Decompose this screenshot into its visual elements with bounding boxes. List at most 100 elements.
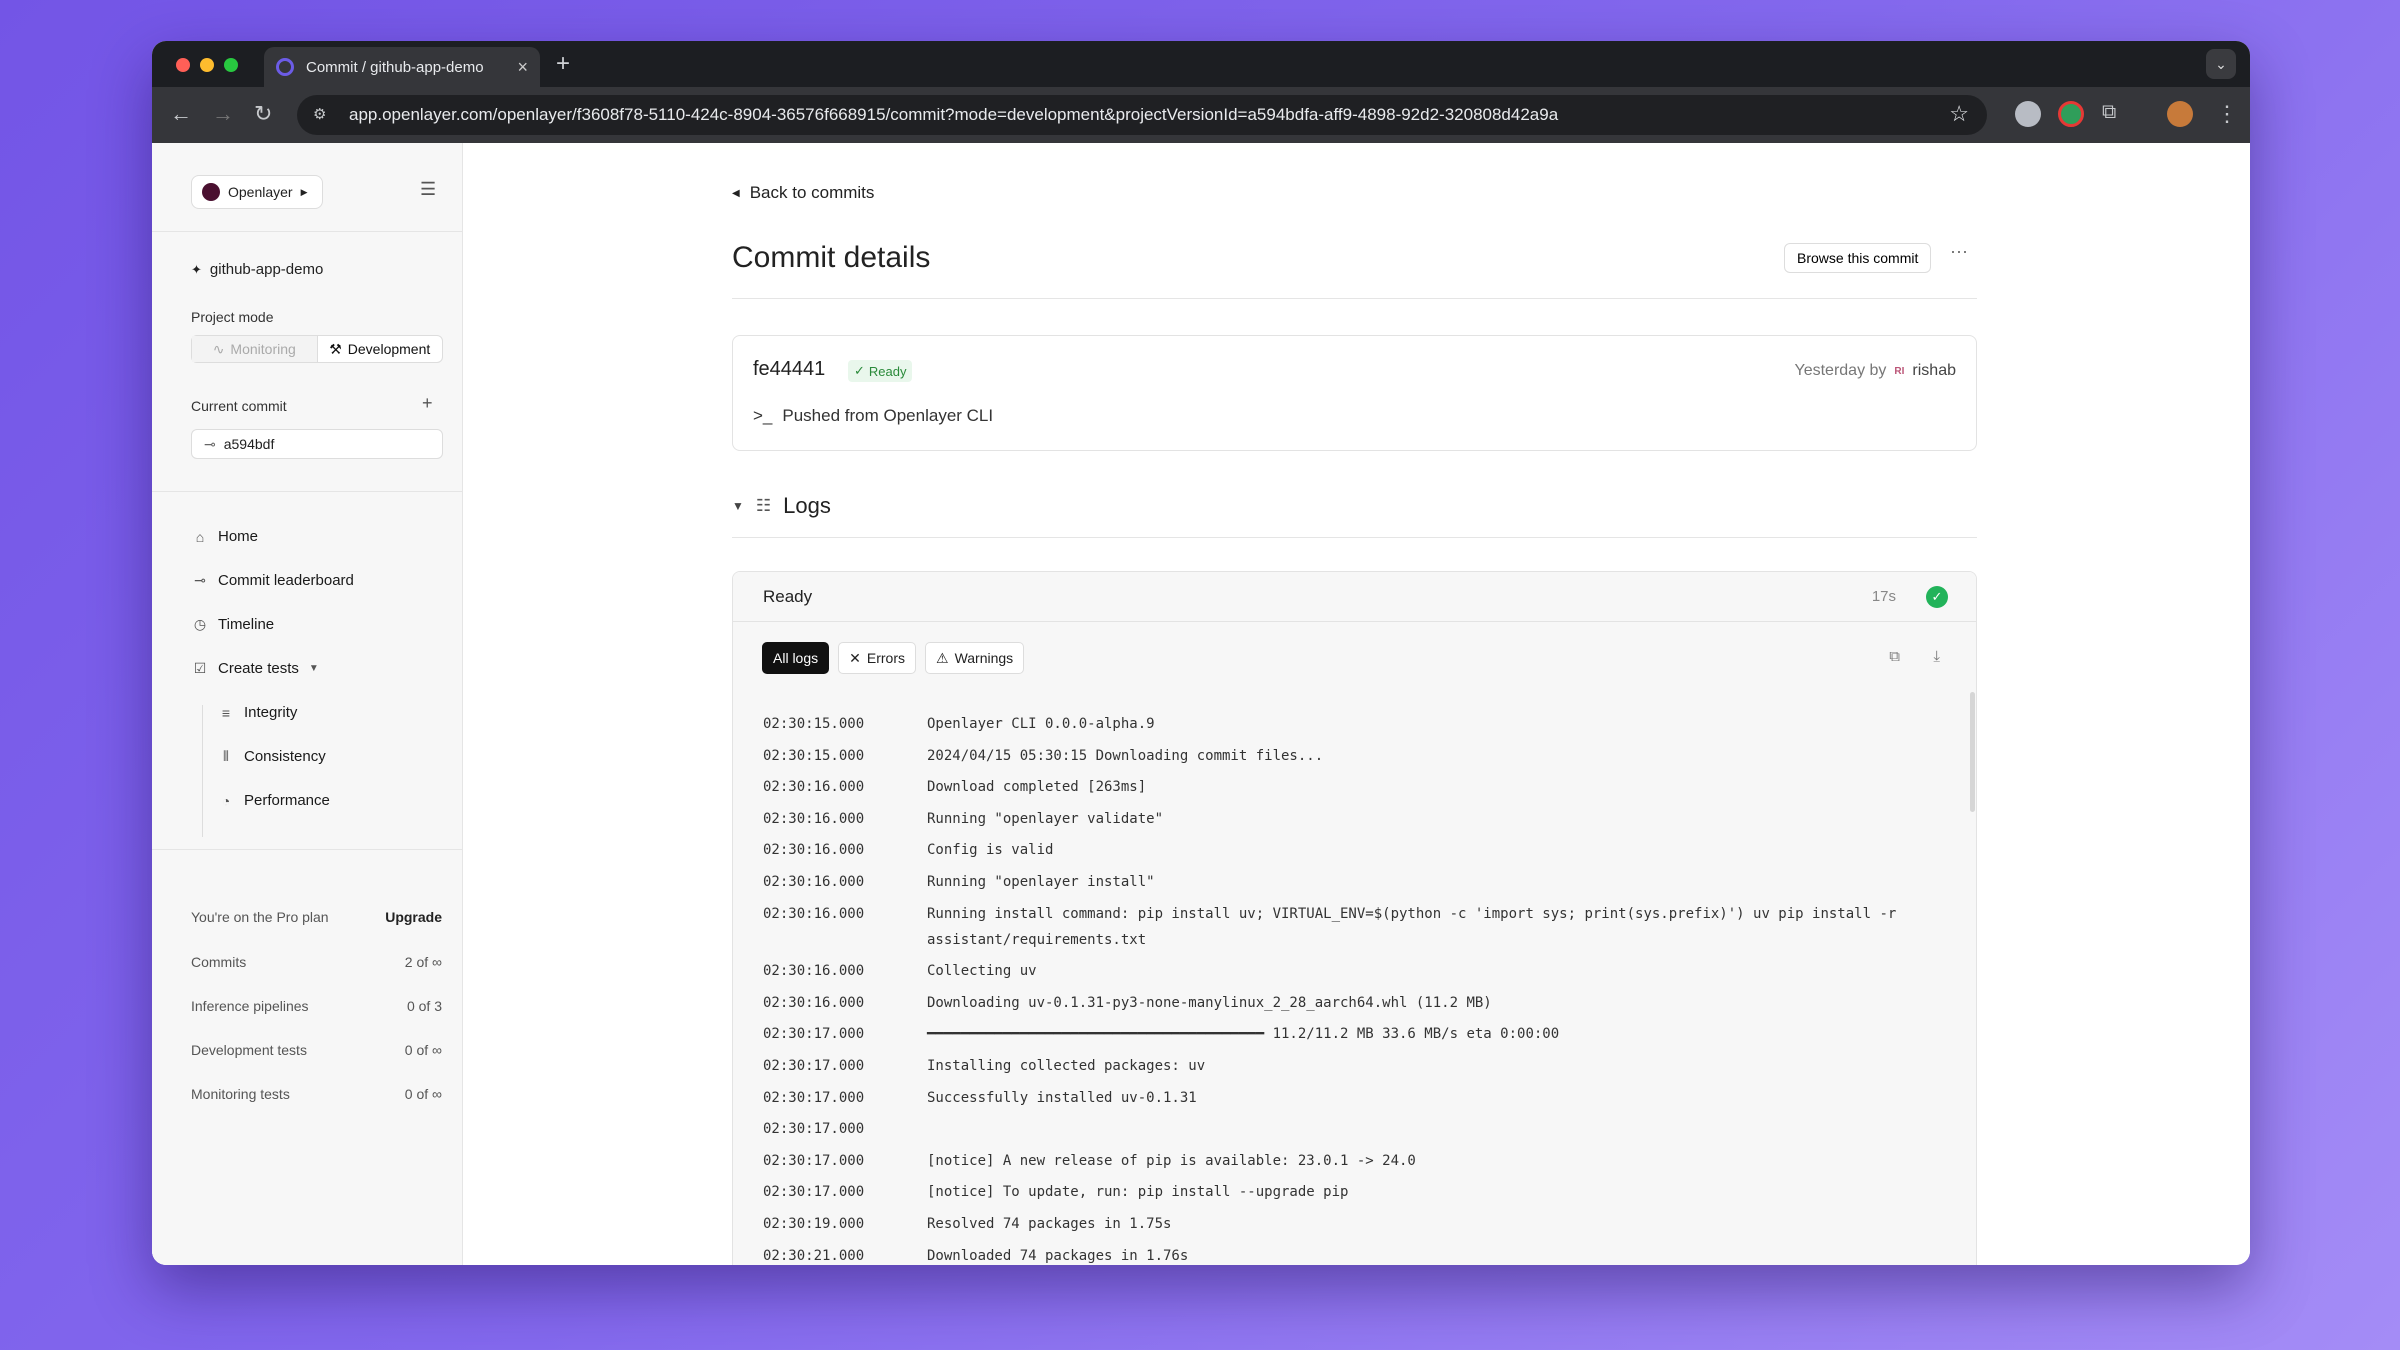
log-line: 02:30:17.000 [notice] To update, run: pip… [763, 1179, 1933, 1205]
more-options-icon[interactable]: ··· [1950, 241, 1968, 262]
logs-card: Ready 17s ✓ All logs ✕ Errors ⚠ Warnings ⧉… [732, 571, 1977, 1265]
new-tab-icon[interactable]: + [556, 50, 570, 78]
author-avatar: RI [1894, 365, 1905, 377]
close-tab-icon[interactable]: × [517, 57, 528, 78]
bookmark-star-icon[interactable]: ☆ [1949, 101, 1969, 127]
plan-text: You're on the Pro plan [191, 909, 329, 925]
log-lines: 02:30:15.000 Openlayer CLI 0.0.0-alpha.9 0… [763, 711, 1933, 1265]
project-mode-label: Project mode [191, 309, 274, 325]
nav-home[interactable]: ⌂ Home [192, 528, 258, 545]
org-avatar [202, 183, 220, 201]
logs-section-toggle[interactable]: ▼ ☷ Logs [732, 493, 831, 519]
copy-icon[interactable]: ⧉ [1889, 648, 1900, 665]
log-timestamp: 02:30:17.000 [763, 1026, 865, 1043]
log-scrollbar[interactable] [1970, 692, 1975, 812]
commit-message: >_ Pushed from Openlayer CLI [753, 406, 993, 426]
log-timestamp: 02:30:16.000 [763, 963, 865, 980]
site-settings-icon[interactable]: ⚙ [313, 105, 326, 123]
reload-icon[interactable]: ↻ [254, 101, 272, 127]
nav-create-tests[interactable]: ☑ Create tests ▼ [192, 660, 319, 677]
log-line: 02:30:16.000 Config is valid [763, 837, 1933, 863]
tab-bar: Commit / github-app-demo × + ⌄ [152, 41, 2250, 87]
log-timestamp: 02:30:16.000 [763, 905, 865, 922]
close-window-button[interactable] [176, 58, 190, 72]
bars-icon: ⦀ [222, 748, 230, 764]
subnav-guide-line [202, 705, 203, 837]
browser-tab[interactable]: Commit / github-app-demo × [264, 47, 540, 87]
upgrade-link[interactable]: Upgrade [385, 909, 442, 925]
logs-header: Ready 17s ✓ [733, 572, 1976, 622]
nav-consistency-label: Consistency [244, 748, 326, 765]
usage-row: Inference pipelines 0 of 3 [191, 998, 442, 1014]
minimize-window-button[interactable] [200, 58, 214, 72]
project-link[interactable]: ✦ github-app-demo [191, 261, 323, 278]
forward-arrow-icon[interactable]: → [212, 101, 234, 127]
log-line: 02:30:16.000 Downloading uv-0.1.31-py3-no… [763, 990, 1933, 1016]
nav-performance[interactable]: ◔ Performance [218, 792, 330, 809]
log-message: Downloaded 74 packages in 1.76s [927, 1247, 1189, 1264]
log-timestamp: 02:30:17.000 [763, 1057, 865, 1074]
tab-search-chevron-icon[interactable]: ⌄ [2206, 49, 2236, 79]
nav-timeline[interactable]: ◷ Timeline [192, 616, 274, 633]
back-to-commits-link[interactable]: ◀ Back to commits [732, 183, 874, 203]
divider [152, 231, 462, 232]
maximize-window-button[interactable] [224, 58, 238, 72]
address-bar[interactable]: ⚙ app.openlayer.com/openlayer/f3608f78-5… [297, 95, 1987, 135]
log-message: Downloading uv-0.1.31-py3-none-manylinux… [927, 994, 1492, 1011]
browser-toolbar: ← → ↻ ⚙ app.openlayer.com/openlayer/f360… [152, 87, 2250, 143]
log-line: 02:30:16.000 Download completed [263ms] [763, 774, 1933, 800]
log-timestamp: 02:30:16.000 [763, 779, 865, 796]
log-message: Resolved 74 packages in 1.75s [927, 1215, 1172, 1232]
log-message: Running "openlayer install" [927, 873, 1155, 890]
log-timestamp: 02:30:21.000 [763, 1247, 865, 1264]
log-line: 02:30:15.000 2024/04/15 05:30:15 Download… [763, 743, 1933, 769]
nav-commit-leaderboard[interactable]: ⊸ Commit leaderboard [192, 572, 354, 589]
hamburger-icon[interactable]: ☰ [420, 179, 436, 200]
download-icon[interactable]: ⤓ [1933, 648, 1940, 665]
log-message: Successfully installed uv-0.1.31 [927, 1089, 1197, 1106]
log-line: 02:30:19.000 Resolved 74 packages in 1.75… [763, 1211, 1933, 1237]
nav-home-label: Home [218, 528, 259, 545]
list-icon: ≡ [221, 704, 231, 721]
mode-monitoring[interactable]: ∿ Monitoring [192, 336, 317, 362]
usage-row: Commits 2 of ∞ [191, 954, 442, 970]
wrench-icon: ⚒ [329, 340, 342, 357]
log-line: 02:30:17.000 ━━━━━━━━━━━━━━━━━━━━━━━━━━━━… [763, 1021, 1933, 1047]
divider [732, 537, 1977, 538]
log-timestamp: 02:30:16.000 [763, 873, 865, 890]
nav-integrity[interactable]: ≡ Integrity [218, 704, 297, 721]
log-line: 02:30:17.000 [notice] A new release of pi… [763, 1148, 1933, 1174]
browse-commit-button[interactable]: Browse this commit [1784, 243, 1932, 273]
usage-value: 0 of ∞ [404, 1086, 442, 1102]
nav-consistency[interactable]: ⦀ Consistency [218, 748, 326, 765]
check-icon: ✓ [854, 363, 865, 378]
divider [152, 849, 462, 850]
extension-icon[interactable] [2015, 101, 2041, 127]
usage-label: Inference pipelines [191, 998, 309, 1014]
mode-development[interactable]: ⚒ Development [316, 336, 443, 362]
filter-warnings[interactable]: ⚠ Warnings [925, 642, 1025, 674]
pulse-icon: ∿ [212, 340, 225, 357]
menu-kebab-icon[interactable]: ⋮ [2216, 101, 2238, 127]
log-line: 02:30:17.000 [763, 1116, 1933, 1142]
logs-body: All logs ✕ Errors ⚠ Warnings ⧉ ⤓ 02:30:15.… [733, 622, 1976, 1265]
log-status: Ready [763, 587, 813, 606]
sparkle-icon: ✦ [191, 261, 202, 277]
caret-left-icon: ◀ [732, 187, 740, 199]
sidebar: Openlayer ▶ ☰ ✦ github-app-demo Project … [152, 143, 463, 1265]
author-name[interactable]: rishab [1912, 362, 1956, 380]
terminal-icon: >_ [753, 406, 773, 425]
puzzle-extensions-icon[interactable]: ⧉ [2102, 101, 2116, 124]
add-commit-plus-icon[interactable]: + [422, 393, 433, 414]
log-line: 02:30:16.000 Running "openlayer install" [763, 869, 1933, 895]
back-arrow-icon[interactable]: ← [170, 101, 192, 127]
filter-errors[interactable]: ✕ Errors [838, 642, 916, 674]
usage-label: Development tests [191, 1042, 307, 1058]
filter-all-logs[interactable]: All logs [762, 642, 830, 674]
org-switcher[interactable]: Openlayer ▶ [191, 175, 323, 209]
caret-right-icon: ▶ [300, 186, 308, 197]
current-commit-select[interactable]: ⊸ a594bdf [191, 429, 443, 459]
commit-time: Yesterday by [1794, 362, 1887, 379]
extension-off-icon[interactable] [2058, 101, 2084, 127]
profile-avatar[interactable] [2167, 101, 2193, 127]
